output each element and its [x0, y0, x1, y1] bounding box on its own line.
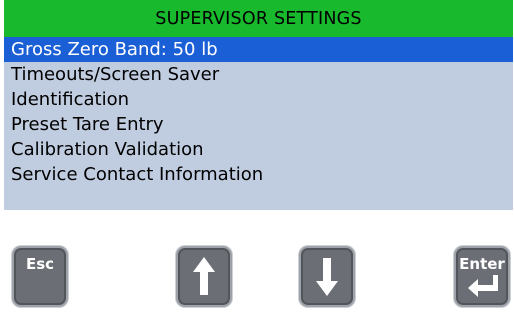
- page-title-bar: SUPERVISOR SETTINGS: [4, 0, 513, 37]
- menu-item-label: Preset Tare Entry: [11, 114, 164, 135]
- menu-item-service-contact-information[interactable]: Service Contact Information: [4, 162, 513, 187]
- menu-item-label: Calibration Validation: [11, 139, 204, 160]
- menu-item-identification[interactable]: Identification: [4, 87, 513, 112]
- enter-return-icon: [468, 275, 498, 297]
- menu-item-label: Gross Zero Band: 50 lb: [11, 39, 218, 60]
- menu-item-label: Identification: [11, 89, 130, 110]
- page-title: SUPERVISOR SETTINGS: [155, 8, 362, 29]
- settings-menu: Gross Zero Band: 50 lb Timeouts/Screen S…: [4, 37, 513, 187]
- arrow-up-icon: [193, 257, 215, 295]
- menu-item-gross-zero-band[interactable]: Gross Zero Band: 50 lb: [4, 37, 513, 62]
- soft-key-bar: Esc Enter: [4, 210, 513, 316]
- menu-item-timeouts-screen-saver[interactable]: Timeouts/Screen Saver: [4, 62, 513, 87]
- up-button[interactable]: [176, 246, 232, 307]
- menu-item-label: Timeouts/Screen Saver: [11, 64, 220, 85]
- menu-item-preset-tare-entry[interactable]: Preset Tare Entry: [4, 112, 513, 137]
- menu-item-calibration-validation[interactable]: Calibration Validation: [4, 137, 513, 162]
- esc-button[interactable]: Esc: [12, 246, 68, 307]
- enter-button[interactable]: Enter: [454, 246, 510, 307]
- down-button[interactable]: [299, 246, 355, 307]
- menu-item-label: Service Contact Information: [11, 164, 264, 185]
- display-screen: SUPERVISOR SETTINGS Gross Zero Band: 50 …: [4, 0, 513, 316]
- arrow-down-icon: [316, 258, 338, 296]
- esc-button-label: Esc: [25, 255, 55, 273]
